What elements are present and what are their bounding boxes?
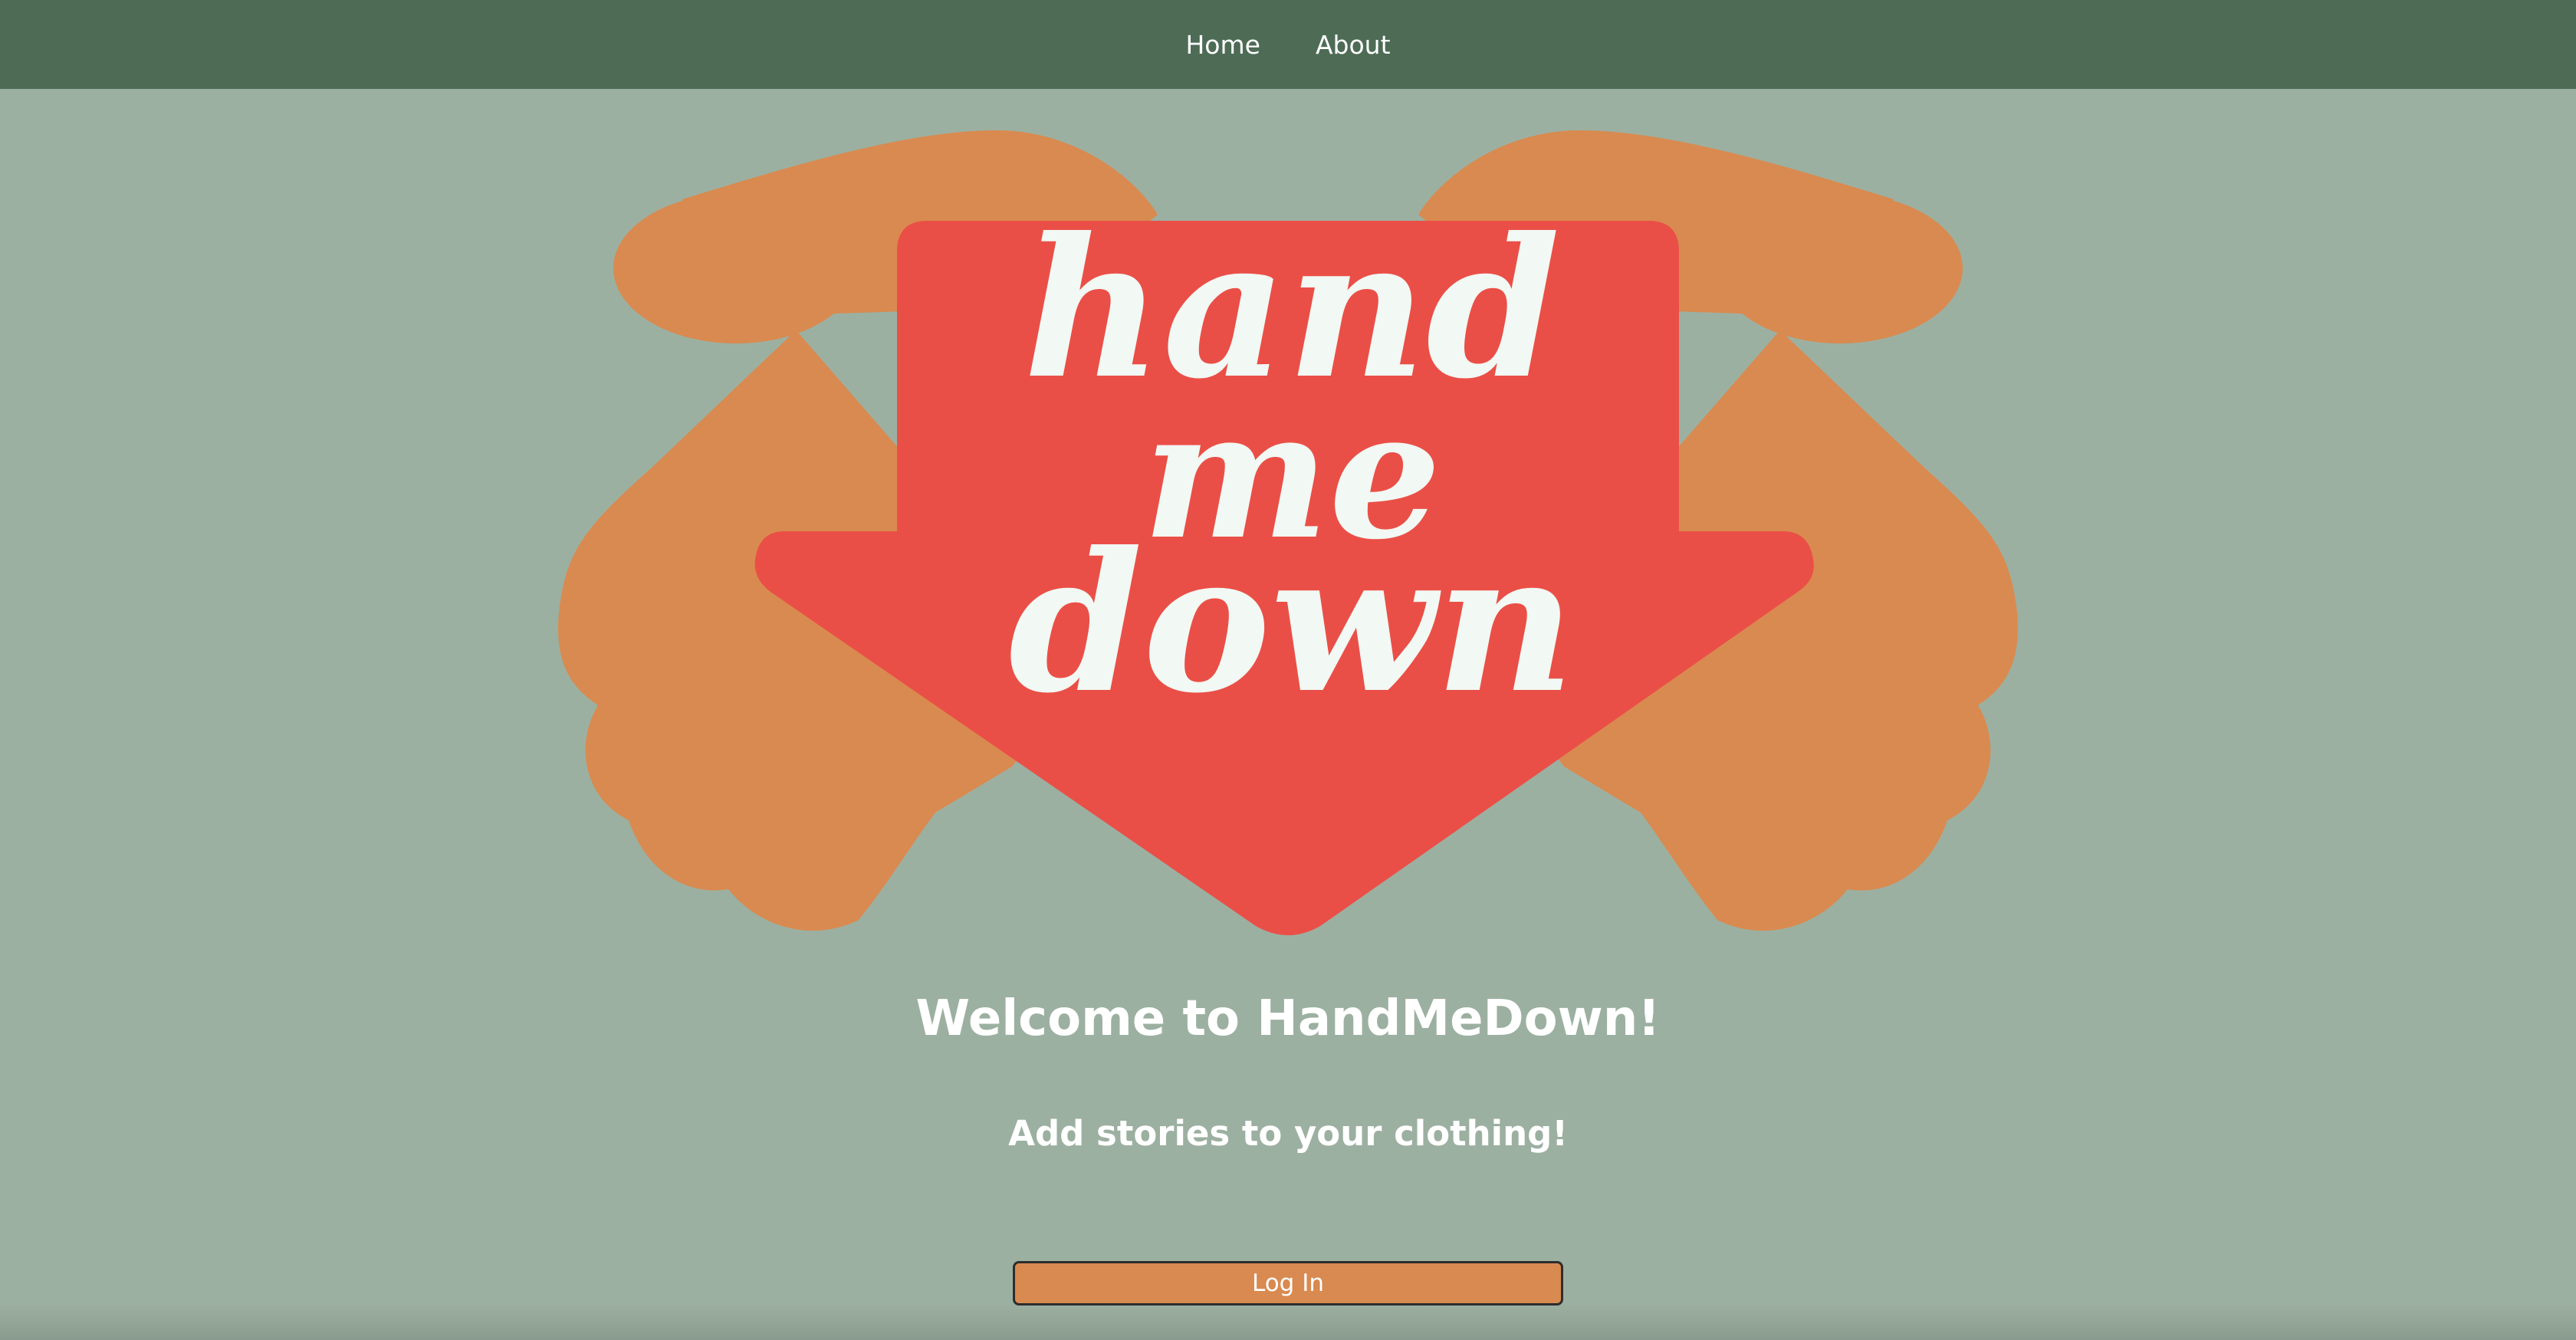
login-button[interactable]: Log In [1013, 1261, 1563, 1306]
nav-home-link[interactable]: Home [1185, 30, 1260, 60]
tagline-text: Add stories to your clothing! [1008, 1113, 1568, 1154]
bottom-shadow [0, 1303, 2576, 1340]
welcome-heading: Welcome to HandMeDown! [915, 990, 1661, 1047]
handmedown-logo: hand me down [558, 130, 2018, 935]
main-content: hand me down Welcome to HandMeDown! Add … [0, 89, 2576, 1340]
logo-word-down: down [1009, 510, 1576, 735]
top-navbar: Home About [0, 0, 2576, 89]
nav-about-link[interactable]: About [1316, 30, 1391, 60]
